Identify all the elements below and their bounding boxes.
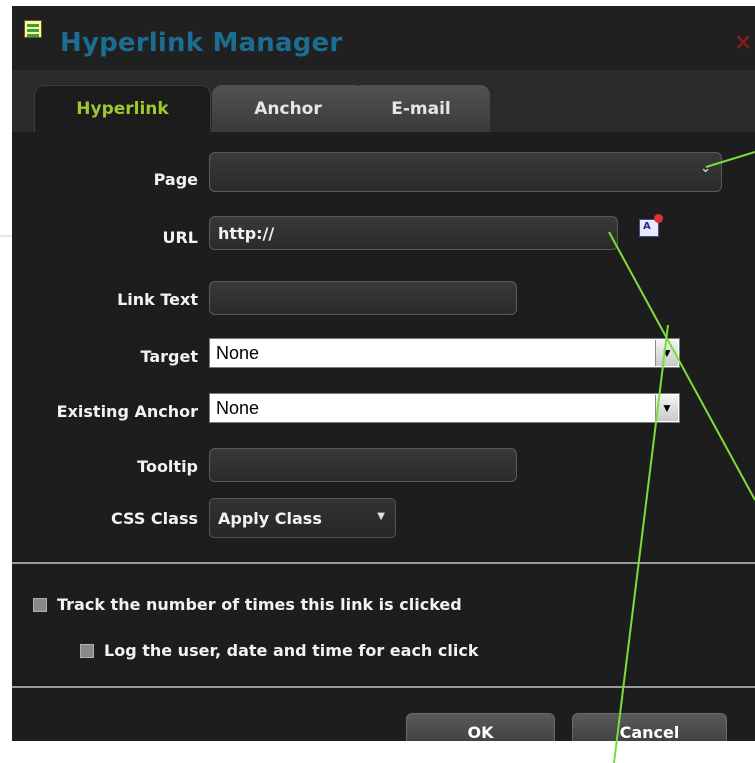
track-clicks-checkbox[interactable] [33, 597, 47, 612]
document-browse-icon[interactable] [639, 214, 663, 237]
caret-down-icon: ▼ [377, 511, 385, 522]
document-list-icon [24, 20, 42, 38]
chevron-down-icon[interactable]: ▼ [655, 340, 678, 366]
divider [12, 562, 755, 564]
log-user-option[interactable]: Log the user, date and time for each cli… [80, 641, 478, 660]
url-label: URL [162, 228, 198, 247]
track-clicks-option[interactable]: Track the number of times this link is c… [33, 595, 462, 614]
hyperlink-panel: Page ⌄ URL http:// Link Text Target None… [12, 132, 755, 741]
css-class-label: CSS Class [110, 509, 198, 528]
existing-anchor-label: Existing Anchor [56, 402, 198, 421]
css-class-value: Apply Class [218, 508, 322, 528]
tooltip-label: Tooltip [137, 457, 198, 476]
tooltip-input[interactable] [209, 448, 517, 482]
link-text-label: Link Text [117, 290, 198, 309]
target-select[interactable]: None ▼ [209, 338, 680, 368]
divider [12, 686, 755, 688]
css-class-dropdown[interactable]: Apply Class ▼ [209, 498, 396, 538]
url-input[interactable]: http:// [209, 216, 618, 250]
target-label: Target [140, 347, 199, 366]
cancel-button[interactable]: Cancel [572, 713, 727, 741]
page-select[interactable]: ⌄ [209, 152, 722, 192]
log-user-checkbox[interactable] [80, 643, 94, 658]
close-icon[interactable]: × [734, 30, 752, 55]
background-edge-line [0, 235, 12, 237]
hyperlink-manager-dialog: Hyperlink Manager × E-mail Anchor Hyperl… [12, 6, 755, 741]
link-text-input[interactable] [209, 281, 517, 315]
log-user-label: Log the user, date and time for each cli… [104, 641, 479, 660]
tab-email[interactable]: E-mail [352, 85, 490, 132]
ok-button[interactable]: OK [406, 713, 555, 741]
target-value: None [216, 342, 260, 363]
existing-anchor-select[interactable]: None ▼ [209, 393, 680, 423]
tab-hyperlink[interactable]: Hyperlink [34, 85, 211, 132]
page-label: Page [153, 170, 198, 189]
tab-anchor[interactable]: Anchor [212, 85, 364, 132]
track-clicks-label: Track the number of times this link is c… [57, 595, 462, 614]
existing-anchor-value: None [216, 397, 260, 418]
title-bar: Hyperlink Manager × [12, 6, 755, 70]
dialog-title: Hyperlink Manager [60, 28, 343, 58]
url-value: http:// [218, 223, 275, 243]
chevron-down-icon[interactable]: ▼ [655, 395, 678, 421]
tab-bar: E-mail Anchor Hyperlink [12, 70, 755, 132]
chevron-down-icon: ⌄ [700, 161, 711, 176]
